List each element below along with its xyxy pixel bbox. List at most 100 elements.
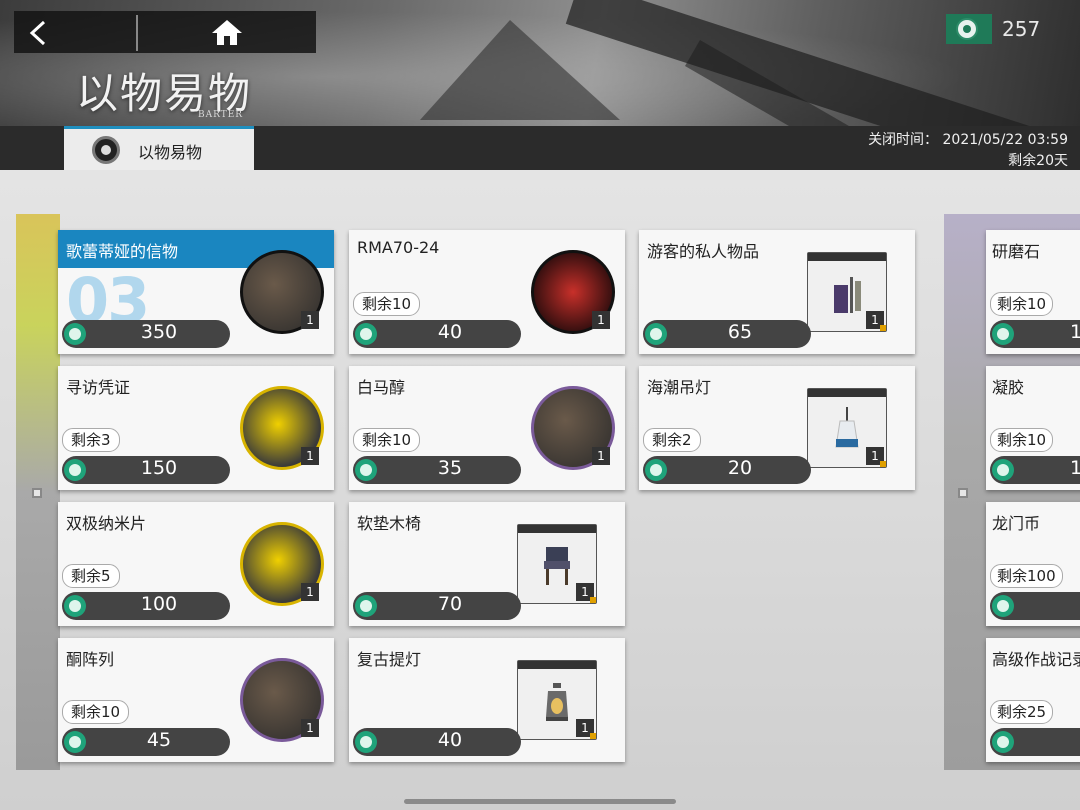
chevron-left-icon (29, 20, 46, 46)
price-tag: 1 (990, 320, 1080, 348)
remaining-days: 剩余20天 (1008, 153, 1068, 169)
shop-item-card[interactable]: 复古提灯 1 40 (349, 638, 625, 762)
barter-tab-icon (92, 136, 120, 164)
home-indicator[interactable] (404, 799, 676, 804)
shop-item-card[interactable]: 高级作战记录 剩余25 (986, 638, 1080, 762)
currency-icon (992, 595, 1014, 617)
shop-item-card[interactable]: 凝胶 剩余10 1 (986, 366, 1080, 490)
item-price: 40 (437, 729, 463, 751)
item-name: 研磨石 (992, 242, 1041, 261)
rarity-corner (590, 597, 596, 603)
item-stock: 剩余10 (353, 292, 421, 316)
price-tag: 65 (643, 320, 811, 348)
belongings-icon (834, 277, 861, 313)
price-tag: 150 (62, 456, 230, 484)
item-name: 凝胶 (992, 378, 1025, 397)
currency-icon (355, 459, 377, 481)
currency-amount: 257 (1002, 17, 1041, 41)
item-name: 游客的私人物品 (647, 242, 760, 261)
shop-item-card[interactable]: 酮阵列 剩余10 1 45 (58, 638, 334, 762)
item-name: 寻访凭证 (66, 378, 131, 397)
shop-item-card[interactable]: 龙门币 剩余100 (986, 502, 1080, 626)
price-tag (990, 728, 1080, 756)
recruit-permit-icon: 1 (240, 386, 324, 470)
close-time: 关闭时间： 2021/05/22 03:59 (868, 132, 1068, 148)
shop-item-card[interactable]: 游客的私人物品 1 65 (639, 230, 915, 354)
currency-icon (355, 595, 377, 617)
item-price: 70 (437, 593, 463, 615)
item-price: 45 (146, 729, 172, 751)
currency-icon (355, 323, 377, 345)
item-stock: 剩余5 (62, 564, 120, 588)
lantern-furniture-icon: 1 (517, 660, 597, 740)
tab-label: 以物易物 (138, 143, 203, 162)
item-price: 35 (437, 457, 463, 479)
currency-icon (64, 595, 86, 617)
shop-item-card[interactable]: 软垫木椅 1 70 (349, 502, 625, 626)
shop-item-card[interactable]: 研磨石 剩余10 1 (986, 230, 1080, 354)
item-price: 100 (140, 593, 178, 615)
price-tag: 100 (62, 592, 230, 620)
item-quantity: 1 (301, 583, 319, 601)
item-stock: 剩余10 (990, 428, 1054, 452)
item-quantity: 1 (301, 447, 319, 465)
currency-icon (64, 459, 86, 481)
tide-lamp-icon: 1 (807, 388, 887, 468)
rarity-corner (880, 461, 886, 467)
item-stock: 剩余10 (353, 428, 421, 452)
left-panel-edge (16, 214, 60, 770)
home-button[interactable] (174, 11, 316, 53)
panel-indicator (958, 488, 968, 498)
item-stock: 剩余100 (990, 564, 1063, 588)
item-name: RMA70-24 (357, 238, 440, 257)
price-tag: 45 (62, 728, 230, 756)
price-tag: 20 (643, 456, 811, 484)
nav-divider (136, 15, 138, 51)
price-tag: 40 (353, 320, 521, 348)
item-stock: 剩余3 (62, 428, 120, 452)
ketone-array-icon: 1 (240, 658, 324, 742)
item-quantity: 1 (301, 719, 319, 737)
currency-icon (645, 459, 667, 481)
item-name: 软垫木椅 (357, 514, 422, 533)
price-tag: 40 (353, 728, 521, 756)
back-button[interactable] (14, 11, 136, 53)
token-item-icon: 1 (240, 250, 324, 334)
item-price: 20 (727, 457, 753, 479)
banner-mountain-art (420, 20, 620, 120)
tourist-belongings-icon: 1 (807, 252, 887, 332)
chair-icon (544, 547, 570, 585)
tab-barter[interactable]: 以物易物 (64, 126, 254, 170)
item-price: 1 (1070, 321, 1080, 343)
item-stock: 剩余25 (990, 700, 1054, 724)
item-name: 龙门币 (992, 514, 1041, 533)
item-quantity: 1 (592, 311, 610, 329)
item-name: 海潮吊灯 (647, 378, 712, 397)
currency-icon (992, 731, 1014, 753)
shop-item-card[interactable]: 海潮吊灯 剩余2 1 20 (639, 366, 915, 490)
nanoflake-icon: 1 (240, 522, 324, 606)
item-name: 白马醇 (357, 378, 406, 397)
shop-item-card[interactable]: 双极纳米片 剩余5 1 100 (58, 502, 334, 626)
item-name: 复古提灯 (357, 650, 422, 669)
lantern-icon (546, 683, 568, 721)
shop-item-card[interactable]: 歌蕾蒂娅的信物 03 1 350 (58, 230, 334, 354)
currency-icon (64, 731, 86, 753)
currency-icon (355, 731, 377, 753)
item-name: 高级作战记录 (992, 650, 1080, 669)
item-name: 双极纳米片 (66, 514, 147, 533)
rarity-corner (880, 325, 886, 331)
shop-item-card[interactable]: 白马醇 剩余10 1 35 (349, 366, 625, 490)
rarity-corner (590, 733, 596, 739)
item-stock: 剩余2 (643, 428, 701, 452)
currency-icon (946, 14, 992, 44)
top-nav (14, 11, 316, 53)
shop-item-card[interactable]: RMA70-24 剩余10 1 40 (349, 230, 625, 354)
price-tag: 350 (62, 320, 230, 348)
currency-icon (645, 323, 667, 345)
currency-icon (64, 323, 86, 345)
item-stock: 剩余10 (62, 700, 130, 724)
price-tag (990, 592, 1080, 620)
shop-item-card[interactable]: 寻访凭证 剩余3 1 150 (58, 366, 334, 490)
chair-furniture-icon: 1 (517, 524, 597, 604)
